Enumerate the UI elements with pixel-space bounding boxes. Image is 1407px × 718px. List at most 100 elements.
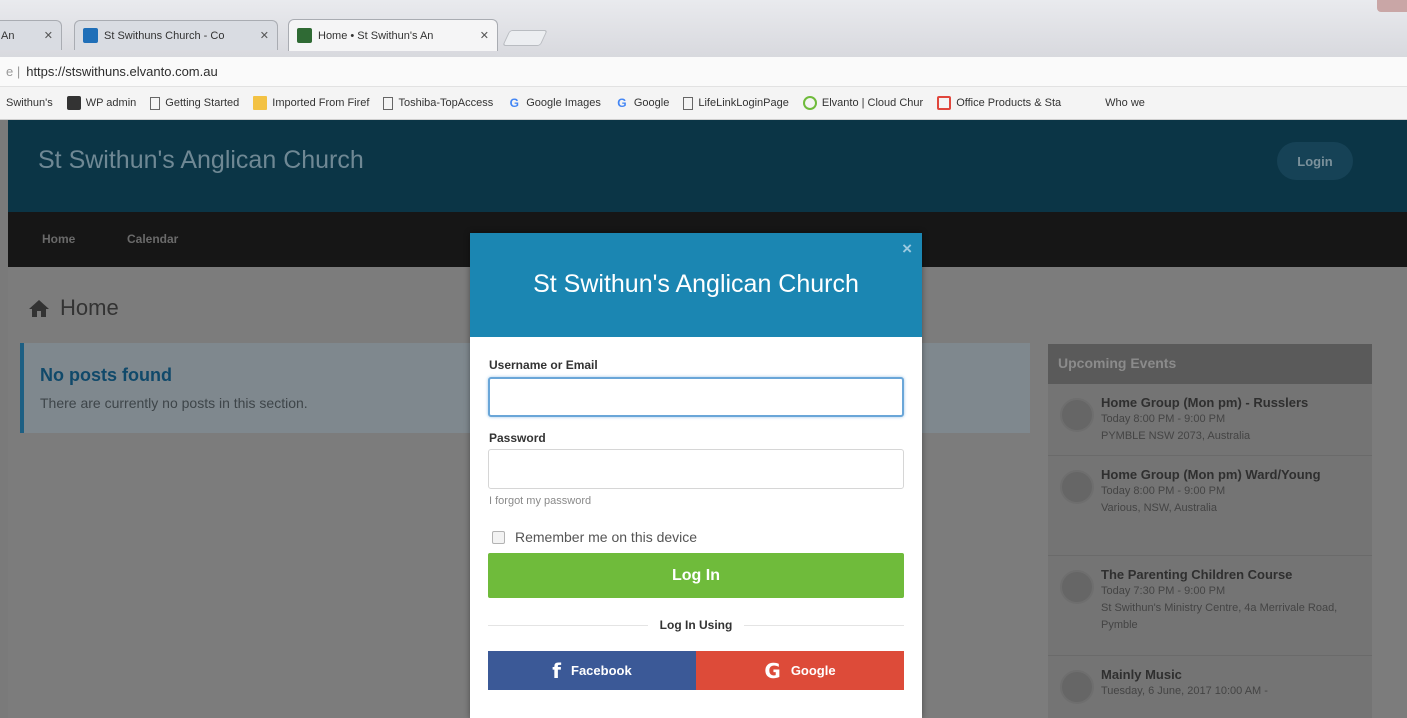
page-icon	[383, 96, 394, 110]
upcoming-events-panel: Upcoming Events Home Group (Mon pm) - Ru…	[1048, 344, 1372, 718]
nav-item-calendar[interactable]: Calendar	[127, 232, 178, 246]
event-title: Mainly Music	[1101, 667, 1182, 682]
remember-checkbox[interactable]	[492, 530, 505, 544]
facebook-login-button[interactable]: f Facebook	[488, 651, 696, 690]
browser-tab[interactable]: An ✕	[0, 20, 62, 50]
home-icon	[29, 300, 49, 317]
bookmark-label: LifeLinkLoginPage	[698, 97, 789, 109]
bookmark-label: Who we	[1105, 97, 1145, 109]
tab-title: Home • St Swithun's An	[318, 29, 434, 42]
site-title[interactable]: St Swithun's Anglican Church	[38, 146, 364, 175]
address-bar[interactable]: e | https://stswithuns.elvanto.com.au	[0, 57, 1407, 87]
login-button[interactable]: Log In	[488, 553, 904, 598]
google-icon: G	[764, 658, 781, 683]
event-item[interactable]: The Parenting Children Course Today 7:30…	[1048, 556, 1372, 656]
browser-tab-active[interactable]: Home • St Swithun's An ✕	[288, 19, 498, 51]
tab-title: St Swithuns Church - Co	[104, 29, 225, 42]
forgot-password-link[interactable]: I forgot my password	[489, 495, 591, 507]
event-time: Today 7:30 PM - 9:00 PM	[1101, 585, 1226, 597]
office-icon	[937, 96, 952, 110]
event-avatar-icon	[1060, 570, 1094, 604]
header-login-button[interactable]: Login	[1277, 142, 1353, 180]
event-location: St Swithun's Ministry Centre, 4a Merriva…	[1101, 602, 1338, 631]
login-modal: St Swithun's Anglican Church × Username …	[470, 233, 922, 718]
bookmark-label: Toshiba-TopAccess	[398, 97, 494, 109]
bookmark-item[interactable]: G Google	[615, 96, 669, 110]
bookmark-label: Swithun's	[6, 97, 53, 109]
browser-tabstrip: An ✕ St Swithuns Church - Co ✕ Home • St…	[0, 0, 1407, 57]
modal-title: St Swithun's Anglican Church	[533, 270, 859, 298]
url-text: https://stswithuns.elvanto.com.au	[26, 64, 218, 79]
tab-close-icon[interactable]: ✕	[252, 29, 269, 42]
modal-header: St Swithun's Anglican Church ×	[470, 233, 922, 337]
elvanto-icon	[802, 96, 817, 110]
bookmark-item[interactable]: Imported From Firef	[253, 96, 369, 110]
facebook-icon: f	[552, 658, 561, 683]
event-time: Tuesday, 6 June, 2017 10:00 AM -	[1101, 685, 1268, 697]
event-title: Home Group (Mon pm) - Russlers	[1101, 395, 1309, 410]
bookmark-label: WP admin	[85, 97, 137, 109]
bookmark-item[interactable]: Elvanto | Cloud Chur	[802, 96, 924, 110]
bookmark-item[interactable]: LifeLinkLoginPage	[683, 96, 789, 110]
tab-close-icon[interactable]: ✕	[472, 29, 489, 42]
google-icon: G	[617, 96, 627, 110]
url-separator: e |	[6, 64, 21, 79]
remember-me[interactable]: Remember me on this device	[492, 529, 697, 545]
bookmark-item[interactable]: Who we	[1105, 97, 1145, 109]
bookmarks-bar: Swithun's WP admin Getting Started Impor…	[0, 87, 1407, 120]
bookmark-label: Getting Started	[165, 97, 240, 109]
google-login-button[interactable]: G Google	[696, 651, 904, 690]
page-title-text: Home	[60, 295, 119, 320]
bookmark-label: Office Products & Sta	[956, 97, 1062, 109]
folder-icon	[253, 96, 268, 110]
bookmark-label: Elvanto | Cloud Chur	[821, 97, 924, 109]
tab-close-icon[interactable]: ✕	[36, 29, 53, 42]
event-item[interactable]: Mainly Music Tuesday, 6 June, 2017 10:00…	[1048, 656, 1372, 716]
bookmark-item[interactable]: G Google Images	[507, 96, 601, 110]
browser-tab[interactable]: St Swithuns Church - Co ✕	[74, 20, 278, 50]
event-item[interactable]: Home Group (Mon pm) - Russlers Today 8:0…	[1048, 384, 1372, 456]
event-title: The Parenting Children Course	[1101, 567, 1293, 582]
event-title: Home Group (Mon pm) Ward/Young	[1101, 467, 1321, 482]
bookmark-label: Google	[633, 97, 670, 109]
event-avatar-icon	[1060, 670, 1094, 704]
login-using-heading: Log In Using	[470, 618, 922, 632]
bookmark-label: Google Images	[526, 97, 601, 109]
url-display: e | https://stswithuns.elvanto.com.au	[6, 64, 218, 79]
window-close-button[interactable]	[1377, 0, 1407, 12]
site-header: St Swithun's Anglican Church Login	[8, 120, 1407, 212]
event-location: PYMBLE NSW 2073, Australia	[1101, 430, 1251, 442]
bookmark-item[interactable]: Swithun's	[6, 97, 53, 109]
remember-label: Remember me on this device	[515, 529, 698, 545]
event-item[interactable]: Home Group (Mon pm) Ward/Young Today 8:0…	[1048, 456, 1372, 556]
google-icon: G	[509, 96, 519, 110]
bookmark-item[interactable]: Toshiba-TopAccess	[383, 96, 494, 110]
password-field[interactable]	[488, 449, 904, 489]
event-location: Various, NSW, Australia	[1101, 502, 1217, 514]
close-icon[interactable]: ×	[902, 239, 912, 259]
notice-title: No posts found	[40, 365, 172, 385]
tab-title: An	[1, 29, 15, 42]
nav-item-home[interactable]: Home	[42, 232, 75, 246]
username-field[interactable]	[488, 377, 904, 417]
event-time: Today 8:00 PM - 9:00 PM	[1101, 485, 1226, 497]
wordpress-icon	[66, 96, 81, 110]
facebook-label: Facebook	[571, 663, 632, 678]
church-favicon-icon	[297, 28, 312, 43]
password-label: Password	[489, 431, 546, 445]
elvanto-favicon-icon	[83, 28, 98, 43]
notice-text: There are currently no posts in this sec…	[40, 395, 308, 411]
event-avatar-icon	[1060, 470, 1094, 504]
login-using-text: Log In Using	[647, 618, 745, 632]
event-avatar-icon	[1060, 398, 1094, 432]
bookmark-item[interactable]: Getting Started	[150, 96, 240, 110]
new-tab-button[interactable]	[502, 30, 548, 46]
bookmark-label: Imported From Firef	[272, 97, 370, 109]
bookmark-item[interactable]: Office Products & Sta	[937, 96, 1061, 110]
events-header: Upcoming Events	[1048, 344, 1372, 384]
username-label: Username or Email	[489, 358, 598, 372]
page-icon	[683, 96, 694, 110]
event-time: Today 8:00 PM - 9:00 PM	[1101, 413, 1226, 425]
page-title: Home	[28, 295, 119, 321]
bookmark-item[interactable]: WP admin	[66, 96, 137, 110]
